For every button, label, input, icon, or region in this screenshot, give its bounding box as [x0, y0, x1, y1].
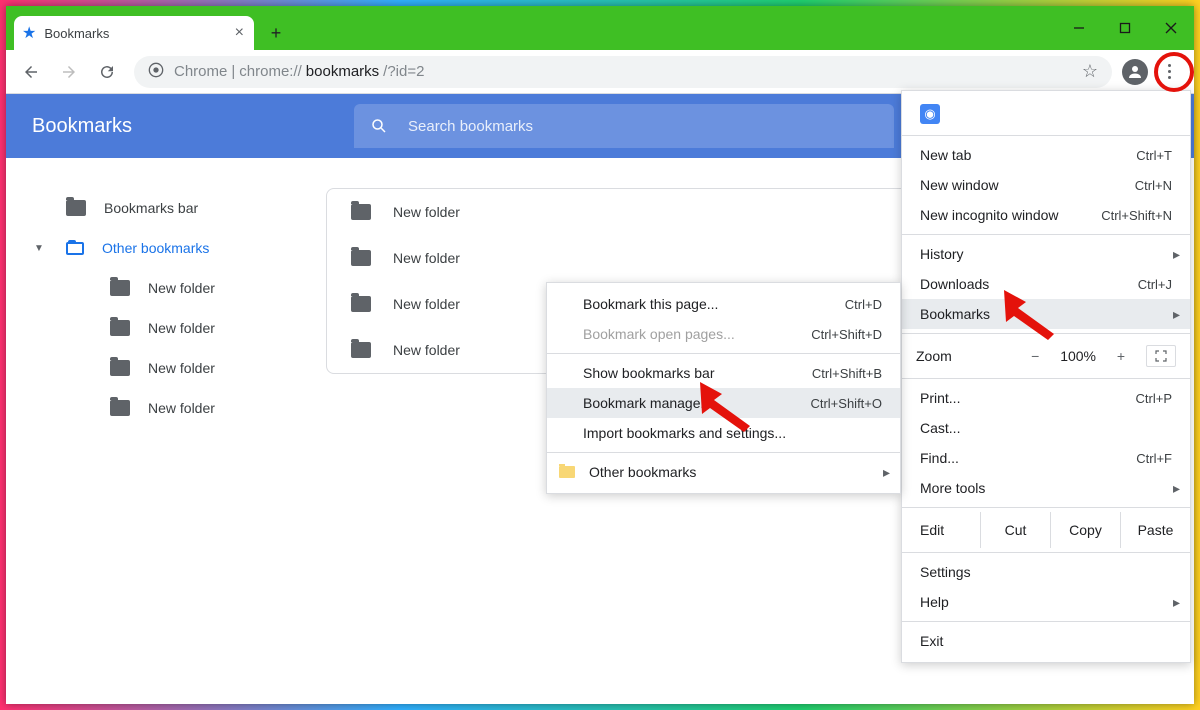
menu-new-window[interactable]: New windowCtrl+N [902, 170, 1190, 200]
search-input[interactable] [406, 117, 878, 136]
search-icon [370, 117, 388, 135]
folder-icon [351, 204, 371, 220]
folder-icon [351, 296, 371, 312]
menu-edit-row: Edit Cut Copy Paste [902, 512, 1190, 548]
sidebar-item-label: Other bookmarks [102, 240, 209, 256]
sidebar-item-folder[interactable]: New folder [6, 268, 326, 308]
site-info-icon[interactable] [148, 62, 164, 82]
menu-cast[interactable]: Cast... [902, 413, 1190, 443]
list-item-label: New folder [393, 342, 460, 358]
list-item-label: New folder [393, 250, 460, 266]
submenu-other-bookmarks[interactable]: Other bookmarks ▸ [547, 457, 900, 487]
paste-button[interactable]: Paste [1120, 512, 1190, 548]
list-item-label: New folder [393, 296, 460, 312]
browser-toolbar: Chrome | chrome://bookmarks/?id=2 ☆ [6, 50, 1194, 94]
folder-icon [110, 400, 130, 416]
url-text: Chrome | chrome://bookmarks/?id=2 [174, 63, 424, 80]
folder-icon [110, 280, 130, 296]
chrome-icon: ◉ [920, 104, 940, 124]
folder-icon [66, 200, 86, 216]
copy-button[interactable]: Copy [1050, 512, 1120, 548]
menu-incognito[interactable]: New incognito windowCtrl+Shift+N [902, 200, 1190, 230]
menu-button[interactable] [1152, 55, 1186, 89]
submenu-bookmark-page[interactable]: Bookmark this page...Ctrl+D [547, 289, 900, 319]
address-bar[interactable]: Chrome | chrome://bookmarks/?id=2 ☆ [134, 56, 1112, 88]
submenu-import[interactable]: Import bookmarks and settings... [547, 418, 900, 448]
sidebar-item-label: New folder [148, 400, 215, 416]
menu-find[interactable]: Find...Ctrl+F [902, 443, 1190, 473]
maximize-button[interactable] [1102, 12, 1148, 44]
edit-label: Edit [920, 522, 980, 538]
menu-settings[interactable]: Settings [902, 557, 1190, 587]
menu-new-tab[interactable]: New tabCtrl+T [902, 140, 1190, 170]
sidebar-item-label: New folder [148, 280, 215, 296]
sidebar-item-label: Bookmarks bar [104, 200, 198, 216]
chevron-right-icon: ▸ [1173, 480, 1180, 497]
star-icon: ★ [22, 23, 36, 43]
menu-downloads[interactable]: DownloadsCtrl+J [902, 269, 1190, 299]
sidebar-item-label: New folder [148, 360, 215, 376]
search-bookmarks[interactable] [354, 104, 894, 148]
close-icon[interactable]: × [233, 22, 246, 44]
menu-zoom: Zoom − 100% + [902, 338, 1190, 374]
menu-help[interactable]: Help▸ [902, 587, 1190, 617]
folder-icon [559, 466, 575, 478]
menu-more-tools[interactable]: More tools▸ [902, 473, 1190, 503]
sidebar: Bookmarks bar ▼ Other bookmarks New fold… [6, 158, 326, 704]
submenu-bookmark-open: Bookmark open pages...Ctrl+Shift+D [547, 319, 900, 349]
window-controls [1056, 6, 1194, 50]
chevron-right-icon: ▸ [883, 464, 890, 481]
zoom-out-button[interactable]: − [1024, 345, 1046, 367]
cut-button[interactable]: Cut [980, 512, 1050, 548]
bookmarks-submenu: Bookmark this page...Ctrl+D Bookmark ope… [546, 282, 901, 494]
forward-button[interactable] [52, 55, 86, 89]
reload-button[interactable] [90, 55, 124, 89]
menu-header: ◉ [902, 97, 1190, 131]
zoom-label: Zoom [916, 348, 952, 364]
fullscreen-button[interactable] [1146, 345, 1176, 367]
menu-history[interactable]: History▸ [902, 239, 1190, 269]
new-tab-button[interactable]: + [262, 19, 290, 47]
window-titlebar: ★ Bookmarks × + [6, 6, 1194, 50]
minimize-button[interactable] [1056, 12, 1102, 44]
folder-icon [110, 320, 130, 336]
close-window-button[interactable] [1148, 12, 1194, 44]
folder-icon [351, 342, 371, 358]
chevron-right-icon: ▸ [1173, 306, 1180, 323]
sidebar-item-folder[interactable]: New folder [6, 348, 326, 388]
sidebar-item-other-bookmarks[interactable]: ▼ Other bookmarks [6, 228, 326, 268]
back-button[interactable] [14, 55, 48, 89]
submenu-label: Other bookmarks [589, 464, 696, 480]
submenu-bookmark-manager[interactable]: Bookmark managerCtrl+Shift+O [547, 388, 900, 418]
submenu-show-bar[interactable]: Show bookmarks barCtrl+Shift+B [547, 358, 900, 388]
chevron-down-icon[interactable]: ▼ [34, 243, 44, 254]
browser-tab[interactable]: ★ Bookmarks × [14, 16, 254, 50]
sidebar-item-folder[interactable]: New folder [6, 388, 326, 428]
menu-bookmarks[interactable]: Bookmarks▸ [902, 299, 1190, 329]
bookmark-star-icon[interactable]: ☆ [1082, 61, 1098, 82]
page-title: Bookmarks [32, 115, 132, 138]
sidebar-item-bookmarks-bar[interactable]: Bookmarks bar [6, 188, 326, 228]
main-menu: ◉ New tabCtrl+T New windowCtrl+N New inc… [901, 90, 1191, 663]
chevron-right-icon: ▸ [1173, 246, 1180, 263]
folder-icon [351, 250, 371, 266]
profile-avatar[interactable] [1122, 59, 1148, 85]
menu-exit[interactable]: Exit [902, 626, 1190, 656]
folder-icon [66, 242, 84, 255]
tab-title: Bookmarks [44, 26, 224, 41]
list-item-label: New folder [393, 204, 460, 220]
sidebar-item-folder[interactable]: New folder [6, 308, 326, 348]
zoom-value: 100% [1060, 348, 1096, 364]
sidebar-item-label: New folder [148, 320, 215, 336]
zoom-in-button[interactable]: + [1110, 345, 1132, 367]
menu-print[interactable]: Print...Ctrl+P [902, 383, 1190, 413]
folder-icon [110, 360, 130, 376]
chevron-right-icon: ▸ [1173, 594, 1180, 611]
